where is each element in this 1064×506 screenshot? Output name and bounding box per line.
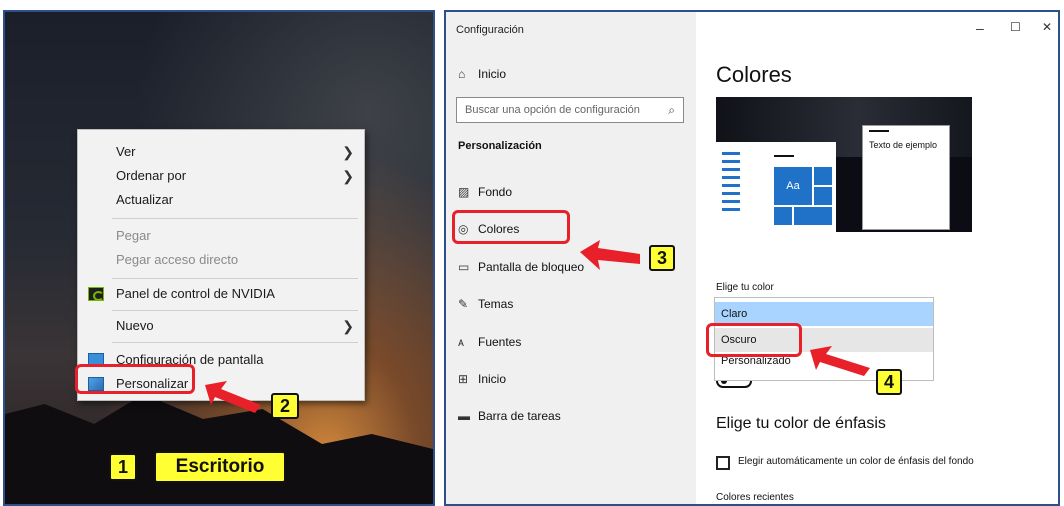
screenshot-root: Ver ❯ Ordenar por ❯ Actualizar Pegar Peg… [0,0,1064,506]
settings-nav: Configuración ⌂ Inicio Buscar una opción … [446,12,696,504]
desktop-context-menu: Ver ❯ Ordenar por ❯ Actualizar Pegar Peg… [77,129,365,401]
search-placeholder: Buscar una opción de configuración [465,104,640,116]
menu-separator [112,310,358,311]
nav-item-label: Fuentes [478,335,522,349]
menu-item-actualizar[interactable]: Actualizar [78,188,364,212]
menu-item-nvidia[interactable]: Panel de control de NVIDIA [78,282,364,306]
arrow-2-icon [205,381,261,413]
menu-item-ver[interactable]: Ver ❯ [78,140,364,164]
preview-tile [794,207,832,225]
settings-window: Configuración ⌂ Inicio Buscar una opción … [444,10,1060,506]
lock-screen-icon: ▭ [458,260,470,274]
theme-preview: Aa Texto de ejemplo [716,97,972,232]
preview-window: Texto de ejemplo [862,125,950,230]
step-badge-2: 2 [271,393,299,419]
menu-separator [112,278,358,279]
desktop-label-badge: Escritorio [154,451,286,483]
preview-sample-text: Texto de ejemplo [869,140,938,150]
nav-item-label: Pantalla de bloqueo [478,260,585,274]
close-button[interactable]: ✕ [1042,20,1052,34]
nav-item-label: Inicio [478,372,507,386]
nav-item-barra-tareas[interactable]: ▬ Barra de tareas [458,406,561,426]
step-badge-1: 1 [109,453,137,481]
nav-item-temas[interactable]: ✎ Temas [458,294,513,314]
start-icon: ⊞ [458,372,469,386]
settings-search-input[interactable]: Buscar una opción de configuración ⌕ [456,97,684,123]
menu-item-label: Pegar acceso directo [116,252,239,267]
chevron-right-icon: ❯ [342,318,354,334]
choose-color-label: Elige tu color [716,282,774,293]
chevron-right-icon: ❯ [342,144,354,160]
menu-separator [112,342,358,343]
brush-icon: ✎ [458,297,469,311]
preview-bar [774,155,794,157]
nav-item-label: Barra de tareas [478,409,561,423]
nav-item-label: Fondo [478,185,513,199]
menu-item-label: Actualizar [116,192,174,207]
menu-item-pegar-acceso-directo: Pegar acceso directo [78,248,364,272]
home-icon: ⌂ [458,67,466,81]
menu-item-label: Panel de control de NVIDIA [116,286,275,301]
menu-item-pegar: Pegar [78,224,364,248]
nav-item-inicio[interactable]: ⊞ Inicio [458,369,506,389]
preview-list-lines [722,152,740,216]
oscuro-highlight [706,323,802,357]
personalizar-highlight [75,364,195,394]
minimize-button[interactable]: – [976,20,984,36]
colores-highlight [452,210,570,244]
arrow-4-icon [810,346,870,376]
preview-tile [774,207,792,225]
auto-accent-label: Elegir automáticamente un color de énfas… [738,456,974,467]
maximize-button[interactable]: ☐ [1010,20,1021,34]
nav-home[interactable]: ⌂ Inicio [458,64,506,84]
nav-home-label: Inicio [478,67,507,81]
taskbar-icon: ▬ [458,409,470,423]
desktop-panel[interactable]: Ver ❯ Ordenar por ❯ Actualizar Pegar Peg… [3,10,435,506]
menu-item-label: Ver [116,144,136,159]
accent-heading: Elige tu color de énfasis [716,415,886,432]
menu-item-label: Ordenar por [116,168,187,183]
nav-section-title: Personalización [458,140,542,152]
nvidia-icon [88,287,104,301]
preview-window-bar [869,130,889,132]
preview-tile-aa: Aa [774,167,812,205]
settings-content: – ☐ ✕ Colores Aa Texto de ejemplo Elige … [696,12,1058,504]
nav-item-label: Temas [478,297,514,311]
menu-separator [112,218,358,219]
window-title: Configuración [456,24,524,36]
menu-item-label: Pegar [116,228,151,243]
arrow-3-icon [580,240,640,270]
menu-item-nuevo[interactable]: Nuevo ❯ [78,314,364,338]
picture-icon: ▨ [458,185,470,199]
chevron-right-icon: ❯ [342,168,354,184]
recent-colors-label: Colores recientes [716,492,794,503]
page-title: Colores [716,62,792,87]
search-icon: ⌕ [668,103,675,117]
step-badge-3: 3 [649,245,675,271]
step-badge-4: 4 [876,369,902,395]
menu-item-ordenar-por[interactable]: Ordenar por ❯ [78,164,364,188]
font-icon: ᴀ [458,335,464,349]
nav-item-fuentes[interactable]: ᴀ Fuentes [458,332,521,352]
nav-item-fondo[interactable]: ▨ Fondo [458,182,512,202]
preview-tile [814,167,832,185]
auto-accent-checkbox[interactable] [716,456,730,470]
nav-item-pantalla-bloqueo[interactable]: ▭ Pantalla de bloqueo [458,257,584,277]
preview-tile [814,187,832,205]
menu-item-label: Nuevo [116,318,154,333]
